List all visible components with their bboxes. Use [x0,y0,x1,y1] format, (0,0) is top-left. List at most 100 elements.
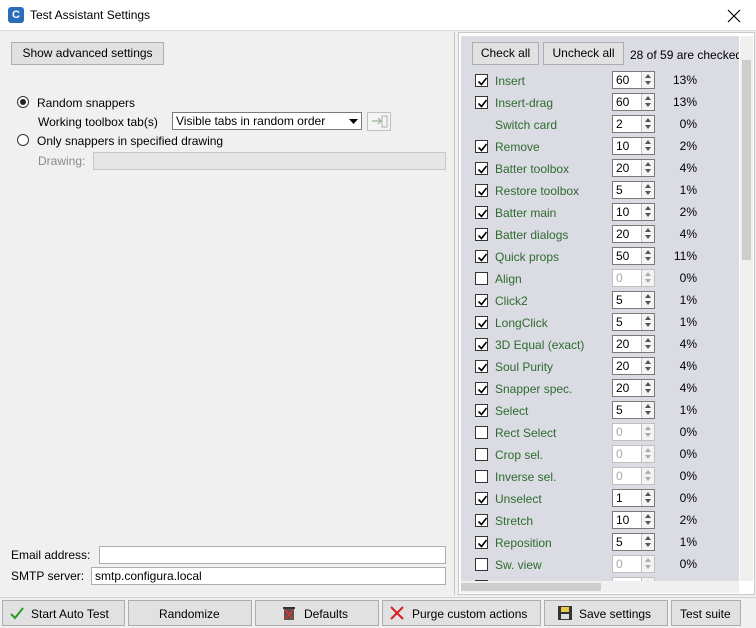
arrow-down-icon[interactable] [645,521,651,525]
arrow-up-icon[interactable] [645,316,651,320]
arrow-up-icon[interactable] [645,184,651,188]
weight-stepper[interactable]: 20 [612,225,655,243]
test-suite-button[interactable]: Test suite [671,600,741,626]
snapper-checkbox[interactable] [475,448,488,461]
weight-stepper[interactable]: 60 [612,71,655,89]
snapper-checkbox[interactable] [475,96,488,109]
arrow-up-icon[interactable] [645,470,651,474]
horizontal-scrollbar[interactable] [461,581,739,593]
weight-stepper[interactable]: 0 [612,423,655,441]
weight-stepper[interactable]: 0 [612,269,655,287]
arrow-down-icon[interactable] [645,411,651,415]
snapper-checkbox[interactable] [475,228,488,241]
only-snappers-radio[interactable] [17,134,29,146]
start-auto-test-button[interactable]: Start Auto Test [2,600,125,626]
weight-stepper[interactable]: 10 [612,203,655,221]
snapper-checkbox[interactable] [475,492,488,505]
arrow-down-icon[interactable] [645,477,651,481]
snapper-checkbox[interactable] [475,338,488,351]
stepper-buttons[interactable] [641,336,654,352]
stepper-buttons[interactable] [641,160,654,176]
drawing-field[interactable] [93,152,446,170]
arrow-up-icon[interactable] [645,118,651,122]
snapper-checkbox[interactable] [475,514,488,527]
arrow-down-icon[interactable] [645,147,651,151]
arrow-down-icon[interactable] [645,279,651,283]
uncheck-all-button[interactable]: Uncheck all [543,42,624,65]
weight-stepper[interactable]: 20 [612,379,655,397]
arrow-down-icon[interactable] [645,213,651,217]
vertical-scrollbar[interactable] [740,36,753,581]
stepper-buttons[interactable] [641,402,654,418]
arrow-up-icon[interactable] [645,74,651,78]
arrow-down-icon[interactable] [645,389,651,393]
snapper-checkbox[interactable] [475,272,488,285]
stepper-buttons[interactable] [641,512,654,528]
weight-stepper[interactable]: 2 [612,115,655,133]
arrow-up-icon[interactable] [645,382,651,386]
arrow-down-icon[interactable] [645,367,651,371]
arrow-up-icon[interactable] [645,228,651,232]
stepper-buttons[interactable] [641,534,654,550]
weight-stepper[interactable]: 20 [612,357,655,375]
arrow-up-icon[interactable] [645,206,651,210]
snapper-checkbox[interactable] [475,294,488,307]
weight-stepper[interactable]: 5 [612,291,655,309]
weight-stepper[interactable]: 5 [612,181,655,199]
arrow-down-icon[interactable] [645,565,651,569]
snapper-checkbox[interactable] [475,140,488,153]
smtp-field[interactable]: smtp.configura.local [91,567,446,585]
close-button[interactable] [712,0,756,31]
arrow-up-icon[interactable] [645,404,651,408]
arrow-down-icon[interactable] [645,125,651,129]
stepper-buttons[interactable] [641,424,654,440]
stepper-buttons[interactable] [641,138,654,154]
weight-stepper[interactable]: 50 [612,247,655,265]
arrow-down-icon[interactable] [645,191,651,195]
working-tabs-select[interactable]: Visible tabs in random order [172,112,362,130]
weight-stepper[interactable]: 0 [612,555,655,573]
arrow-up-icon[interactable] [645,272,651,276]
arrow-down-icon[interactable] [645,455,651,459]
arrow-up-icon[interactable] [645,558,651,562]
horizontal-scroll-thumb[interactable] [461,583,601,591]
arrow-down-icon[interactable] [645,301,651,305]
snapper-checkbox[interactable] [475,316,488,329]
purge-custom-actions-button[interactable]: Purge custom actions [382,600,541,626]
arrow-down-icon[interactable] [645,323,651,327]
arrow-up-icon[interactable] [645,162,651,166]
snapper-checkbox[interactable] [475,536,488,549]
arrow-down-icon[interactable] [645,169,651,173]
stepper-buttons[interactable] [641,490,654,506]
snapper-checkbox[interactable] [475,206,488,219]
arrow-down-icon[interactable] [645,235,651,239]
arrow-down-icon[interactable] [645,257,651,261]
arrow-down-icon[interactable] [645,103,651,107]
arrow-down-icon[interactable] [645,499,651,503]
weight-stepper[interactable]: 10 [612,511,655,529]
arrow-up-icon[interactable] [645,426,651,430]
randomize-button[interactable]: Randomize [128,600,252,626]
snapper-checkbox[interactable] [475,360,488,373]
stepper-buttons[interactable] [641,116,654,132]
email-field[interactable] [99,546,446,564]
snapper-checkbox[interactable] [475,250,488,263]
stepper-buttons[interactable] [641,468,654,484]
snapper-checkbox[interactable] [475,382,488,395]
arrow-up-icon[interactable] [645,536,651,540]
arrow-up-icon[interactable] [645,294,651,298]
arrow-up-icon[interactable] [645,360,651,364]
stepper-buttons[interactable] [641,204,654,220]
arrow-up-icon[interactable] [645,448,651,452]
save-settings-button[interactable]: Save settings [544,600,668,626]
weight-stepper[interactable]: 5 [612,401,655,419]
weight-stepper[interactable]: 60 [612,93,655,111]
weight-stepper[interactable]: 20 [612,159,655,177]
show-advanced-settings-button[interactable]: Show advanced settings [11,42,164,65]
stepper-buttons[interactable] [641,380,654,396]
random-snappers-radio[interactable] [17,96,29,108]
arrow-down-icon[interactable] [645,543,651,547]
arrow-down-icon[interactable] [645,345,651,349]
weight-stepper[interactable]: 20 [612,335,655,353]
snapper-checkbox[interactable] [475,426,488,439]
